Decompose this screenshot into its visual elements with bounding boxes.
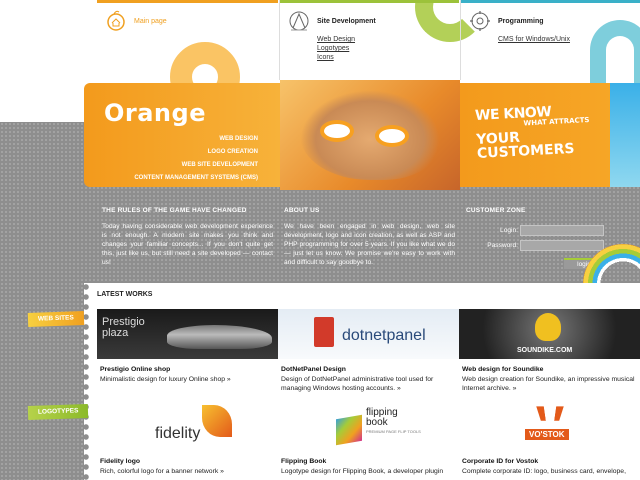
car-image <box>167 325 272 349</box>
password-input[interactable] <box>520 240 604 251</box>
flipping-book-logo-mark <box>336 414 362 446</box>
fidelity-thumbnail[interactable]: fidelity <box>97 401 278 451</box>
flipping-book-thumbnail[interactable]: flipping book PREMIUM PAGE FLIP TOOLS <box>278 401 459 451</box>
login-input[interactable] <box>520 225 604 236</box>
banner-menu-item[interactable]: WEB SITE DEVELOPMENT <box>134 159 258 172</box>
vostok-logo-mark <box>536 406 564 421</box>
nav-link-logotypes[interactable]: Logotypes <box>317 44 355 53</box>
banner-services-menu: WEB DESIGN LOGO CREATION WEB SITE DEVELO… <box>134 133 258 185</box>
password-label: Password: <box>487 242 518 249</box>
work-description: Minimalistic design for luxury Online sh… <box>100 376 231 383</box>
banner-right-page: WE KNOW WHAT ATTRACTS YOUR CUSTOMERS <box>460 83 640 187</box>
compass-icon <box>289 11 309 31</box>
site-development-links: Web Design Logotypes Icons <box>317 35 355 62</box>
banner-left-page: Orange WEB DESIGN LOGO CREATION WEB SITE… <box>84 83 280 187</box>
nav-link-cms[interactable]: CMS for Windows/Unix <box>498 35 570 44</box>
orange-slice-image <box>375 125 409 147</box>
rules-text: Today having considerable web developmen… <box>102 223 273 266</box>
orange-logo[interactable]: Orange <box>104 99 206 127</box>
nav-site-development: Site Development Web Design Logotypes Ic… <box>279 0 459 80</box>
music-note-icon <box>535 313 561 341</box>
nav-main-page[interactable]: Main page <box>97 0 278 80</box>
prestigio-logo-text: Prestigio plaza <box>102 316 145 339</box>
work-description: Web design creation for Soundike, an imp… <box>462 376 635 392</box>
flipping-book-logo-text: flipping book <box>366 407 398 428</box>
work-title[interactable]: Corporate ID for Vostok <box>462 458 538 465</box>
rules-heading: THE RULES OF THE GAME HAVE CHANGED <box>102 207 247 214</box>
vostok-logo-text: VO'STOK <box>525 429 569 440</box>
nav-link-web-design[interactable]: Web Design <box>317 35 355 44</box>
about-heading: ABOUT US <box>284 207 320 214</box>
tag-web-sites[interactable]: WEB SITES <box>27 311 84 327</box>
work-description: Design of DotNetPanel administrative too… <box>281 376 434 392</box>
nav-programming-title: Programming <box>498 18 544 25</box>
banner-slogan: WE KNOW WHAT ATTRACTS YOUR CUSTOMERS <box>475 102 592 162</box>
prestigio-thumbnail[interactable]: Prestigio plaza <box>97 309 278 359</box>
banner-blue-strip <box>610 83 640 187</box>
soundike-logo-text: SOUNDIKE.COM <box>517 347 573 354</box>
work-title[interactable]: Web design for Soundike <box>462 366 543 373</box>
tag-logotypes[interactable]: LOGOTYPES <box>27 403 89 421</box>
banner-menu-item[interactable]: LOGO CREATION <box>134 146 258 159</box>
work-description: Complete corporate ID: logo, business ca… <box>462 468 626 475</box>
banner-menu-item[interactable]: WEB DESIGN <box>134 133 258 146</box>
hero-banner: Orange WEB DESIGN LOGO CREATION WEB SITE… <box>84 80 640 190</box>
fidelity-logo-text: fidelity <box>155 425 201 442</box>
home-icon <box>107 10 125 31</box>
nav-link-icons[interactable]: Icons <box>317 53 355 62</box>
customer-zone-heading: CUSTOMER ZONE <box>466 207 526 214</box>
notebook-spiral-edge <box>84 283 92 480</box>
work-title[interactable]: Prestigio Online shop <box>100 366 170 373</box>
nav-accent-bar <box>97 0 278 3</box>
work-title[interactable]: DotNetPanel Design <box>281 366 346 373</box>
top-navigation: Main page Site Development Web Design Lo… <box>97 0 640 80</box>
nav-programming: Programming CMS for Windows/Unix <box>460 0 640 80</box>
banner-menu-item[interactable]: CONTENT MANAGEMENT SYSTEMS (CMS) <box>134 172 258 185</box>
nav-accent-bar <box>461 0 640 3</box>
nav-site-development-title: Site Development <box>317 18 376 25</box>
work-title[interactable]: Fidelity logo <box>100 458 140 465</box>
about-text: We have been engaged in web design, web … <box>284 223 455 266</box>
rules-column: THE RULES OF THE GAME HAVE CHANGED Today… <box>97 200 277 282</box>
work-description: Rich, colorful logo for a banner network… <box>100 468 224 475</box>
work-title[interactable]: Flipping Book <box>281 458 326 465</box>
orange-slice-image <box>320 120 354 142</box>
programming-links: CMS for Windows/Unix <box>498 35 570 44</box>
login-row: Login: <box>460 225 640 237</box>
work-description: Logotype design for Flipping Book, a dev… <box>281 468 444 475</box>
dotnetpanel-thumbnail[interactable]: dotnetpanel <box>278 309 459 359</box>
about-column: ABOUT US We have been engaged in web des… <box>279 200 459 282</box>
soundike-thumbnail[interactable]: SOUNDIKE.COM <box>459 309 640 359</box>
flipping-book-logo-subtext: PREMIUM PAGE FLIP TOOLS <box>366 429 421 434</box>
nav-main-page-label[interactable]: Main page <box>134 18 167 25</box>
banner-photo <box>280 80 460 190</box>
nav-accent-bar <box>280 0 459 3</box>
login-label: Login: <box>500 227 518 234</box>
gear-icon <box>470 11 490 31</box>
fidelity-logo-mark <box>202 405 232 437</box>
dotnetpanel-logo-icon <box>314 317 334 347</box>
latest-works-title: LATEST WORKS <box>97 291 153 298</box>
info-section: THE RULES OF THE GAME HAVE CHANGED Today… <box>97 200 640 282</box>
vostok-thumbnail[interactable]: VO'STOK <box>459 401 640 451</box>
dotnetpanel-logo-text: dotnetpanel <box>342 327 426 344</box>
